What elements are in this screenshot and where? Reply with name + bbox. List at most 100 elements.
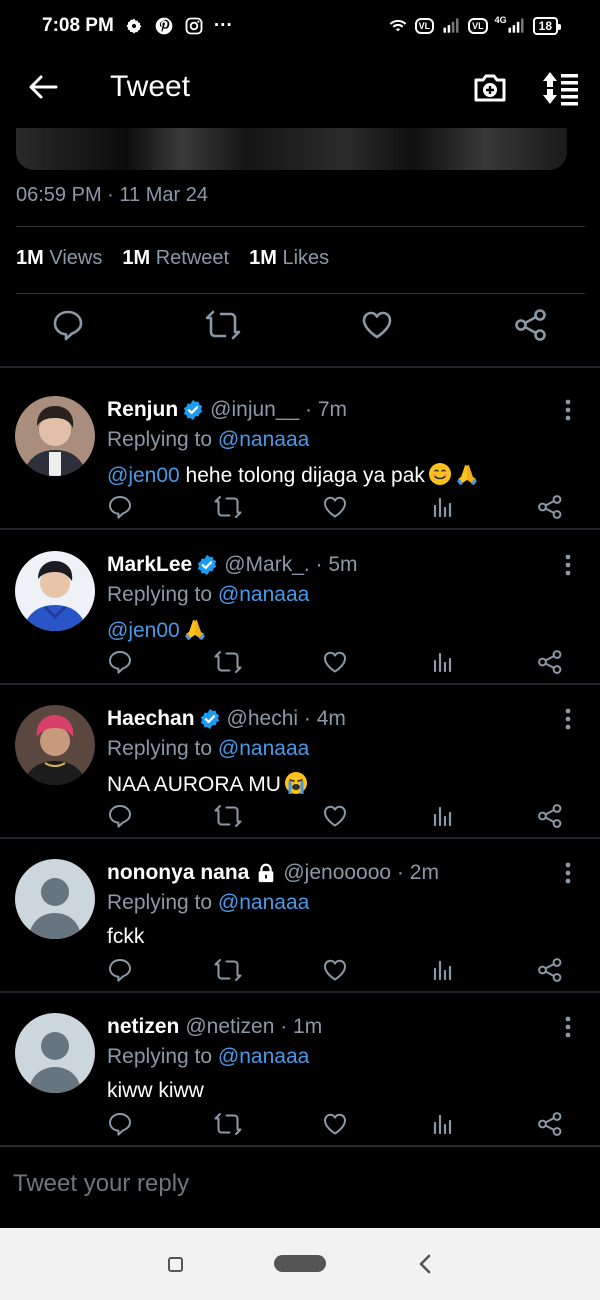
status-more-ellipsis: ··· — [213, 15, 233, 36]
stat-count: 1M — [249, 247, 277, 269]
reply-item[interactable]: Renjun @injun__ · 7m Replying to @nanaaa @j… — [0, 376, 600, 530]
reply-author-handle: @netizen · 1m — [185, 1015, 323, 1038]
reply-icon[interactable] — [107, 1111, 133, 1137]
retweet-icon[interactable] — [205, 308, 241, 342]
stat-likes[interactable]: 1M Likes — [249, 247, 329, 270]
stat-views[interactable]: 1M Views — [16, 247, 102, 270]
verified-badge-icon — [200, 708, 219, 730]
tweet-timestamp: 06:59 PM · 11 Mar 24 — [16, 184, 208, 206]
recent-apps-button[interactable] — [168, 1257, 183, 1272]
share-icon[interactable] — [537, 649, 563, 675]
reply-header: netizen @netizen · 1m — [107, 1015, 322, 1039]
pinterest-icon — [155, 17, 173, 35]
reply-icon[interactable] — [107, 803, 133, 829]
retweet-icon[interactable] — [214, 957, 242, 983]
volte-badge: VL — [414, 18, 435, 34]
share-icon[interactable] — [537, 957, 563, 983]
share-icon[interactable] — [537, 803, 563, 829]
more-vertical-icon[interactable] — [556, 707, 580, 731]
replying-to: Replying to @nanaaa — [107, 583, 309, 607]
replying-prefix: Replying to — [107, 583, 213, 606]
share-icon[interactable] — [537, 494, 563, 520]
avatar[interactable] — [15, 859, 95, 939]
replying-to-mention[interactable]: @nanaaa — [218, 428, 309, 451]
reply-item[interactable]: Haechan @hechi · 4m Replying to @nanaaa NAA… — [0, 685, 600, 839]
reply-header: nononya nana @jenooooo · 2m — [107, 861, 439, 885]
reply-item[interactable]: MarkLee @Mark_. · 5m Replying to @nanaaa @j… — [0, 531, 600, 685]
reply-author-handle: @jenooooo · 2m — [283, 861, 439, 884]
top-bar: Tweet — [0, 52, 600, 124]
loudly-crying-face-emoji-icon — [284, 772, 307, 794]
reply-icon[interactable] — [107, 494, 133, 520]
more-vertical-icon[interactable] — [556, 398, 580, 422]
share-icon[interactable] — [514, 308, 548, 342]
stat-count: 1M — [16, 247, 44, 269]
reply-text: NAA AURORA MU — [107, 771, 308, 797]
analytics-icon[interactable] — [430, 803, 456, 829]
reply-compose-input[interactable]: Tweet your reply — [13, 1170, 189, 1198]
reply-icon[interactable] — [51, 308, 85, 342]
retweet-icon[interactable] — [214, 1111, 242, 1137]
back-arrow-icon[interactable] — [26, 70, 60, 104]
reply-action-bar — [0, 1111, 600, 1139]
like-icon[interactable] — [322, 494, 348, 520]
reply-action-bar — [0, 957, 600, 985]
reply-author-name[interactable]: netizen — [107, 1015, 179, 1039]
like-icon[interactable] — [322, 1111, 348, 1137]
signal-icon — [443, 18, 459, 33]
verified-badge-icon — [184, 399, 203, 421]
retweet-icon[interactable] — [214, 803, 242, 829]
camera-add-icon[interactable] — [470, 68, 510, 108]
reply-icon[interactable] — [107, 957, 133, 983]
replying-to-mention[interactable]: @nanaaa — [218, 1045, 309, 1068]
network-type: 4G — [494, 15, 507, 25]
divider — [0, 528, 600, 530]
reply-author-name[interactable]: nononya nana — [107, 861, 249, 885]
replying-to: Replying to @nanaaa — [107, 891, 309, 915]
reply-author-name[interactable]: Haechan — [107, 707, 195, 731]
avatar[interactable] — [15, 551, 95, 631]
like-icon[interactable] — [322, 957, 348, 983]
reply-icon[interactable] — [107, 649, 133, 675]
more-vertical-icon[interactable] — [556, 553, 580, 577]
replying-to-mention[interactable]: @nanaaa — [218, 737, 309, 760]
stat-label: Views — [49, 247, 103, 269]
reply-item[interactable]: netizen @netizen · 1m Replying to @nanaaa k… — [0, 993, 600, 1147]
sort-icon[interactable] — [540, 68, 582, 108]
analytics-icon[interactable] — [430, 1111, 456, 1137]
replying-to-mention[interactable]: @nanaaa — [218, 583, 309, 606]
home-button[interactable] — [274, 1255, 326, 1272]
avatar[interactable] — [15, 396, 95, 476]
status-bar: 7:08 PM ··· VL VL 4G 18 — [0, 0, 600, 52]
analytics-icon[interactable] — [430, 494, 456, 520]
more-vertical-icon[interactable] — [556, 1015, 580, 1039]
reply-author-name[interactable]: Renjun — [107, 398, 178, 422]
divider — [16, 293, 585, 294]
share-icon[interactable] — [537, 1111, 563, 1137]
reply-mention[interactable]: @jen00 — [107, 464, 180, 487]
reply-author-name[interactable]: MarkLee — [107, 553, 192, 577]
stat-retweets[interactable]: 1M Retweet — [122, 247, 229, 270]
analytics-icon[interactable] — [430, 649, 456, 675]
avatar[interactable] — [15, 1013, 95, 1093]
retweet-icon[interactable] — [214, 649, 242, 675]
like-icon[interactable] — [360, 308, 394, 342]
avatar[interactable] — [15, 705, 95, 785]
like-icon[interactable] — [322, 803, 348, 829]
reply-body-text: fckk — [107, 925, 145, 948]
analytics-icon[interactable] — [430, 957, 456, 983]
more-vertical-icon[interactable] — [556, 861, 580, 885]
reply-header: MarkLee @Mark_. · 5m — [107, 553, 358, 577]
replying-to: Replying to @nanaaa — [107, 428, 309, 452]
reply-mention[interactable]: @jen00 — [107, 619, 180, 642]
retweet-icon[interactable] — [214, 494, 242, 520]
replying-to: Replying to @nanaaa — [107, 737, 309, 761]
divider — [0, 1146, 600, 1147]
replying-to-mention[interactable]: @nanaaa — [218, 891, 309, 914]
divider — [0, 366, 600, 368]
like-icon[interactable] — [322, 649, 348, 675]
reply-item[interactable]: nononya nana @jenooooo · 2m Replying to @n… — [0, 839, 600, 993]
tweet-media-image[interactable] — [16, 128, 567, 170]
system-back-icon[interactable] — [414, 1252, 436, 1276]
reply-text: @jen00 — [107, 617, 207, 643]
